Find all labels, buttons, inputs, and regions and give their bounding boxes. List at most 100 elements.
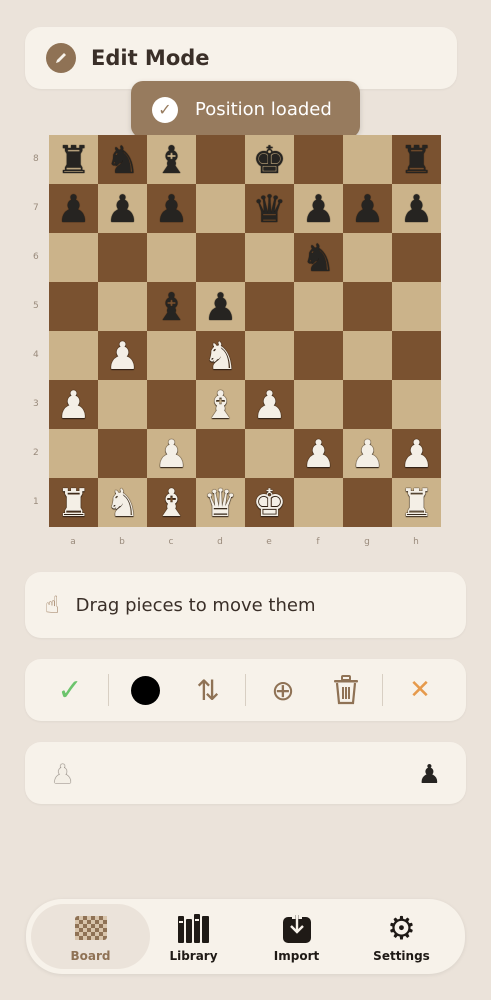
white-queen-icon[interactable]: ♛ — [203, 484, 237, 522]
clear-board-button[interactable] — [321, 659, 371, 721]
square-g1[interactable] — [343, 478, 392, 527]
square-f8[interactable] — [294, 135, 343, 184]
square-g8[interactable] — [343, 135, 392, 184]
tab-library[interactable]: Library — [151, 899, 236, 974]
white-bishop-icon[interactable]: ♝ — [154, 484, 188, 522]
square-h8[interactable]: ♜ — [392, 135, 441, 184]
white-pawn-icon[interactable]: ♟ — [252, 386, 286, 424]
black-rook-icon[interactable]: ♜ — [56, 141, 90, 179]
square-h1[interactable]: ♜ — [392, 478, 441, 527]
confirm-button[interactable]: ✓ — [45, 659, 95, 721]
square-d6[interactable] — [196, 233, 245, 282]
black-pawn-icon[interactable]: ♟ — [399, 190, 433, 228]
square-c6[interactable] — [147, 233, 196, 282]
square-g4[interactable] — [343, 331, 392, 380]
square-c7[interactable]: ♟ — [147, 184, 196, 233]
add-piece-button[interactable]: ⊕ — [258, 659, 308, 721]
square-e2[interactable] — [245, 429, 294, 478]
square-e8[interactable]: ♚ — [245, 135, 294, 184]
black-king-icon[interactable]: ♚ — [252, 141, 286, 179]
square-h6[interactable] — [392, 233, 441, 282]
black-knight-icon[interactable]: ♞ — [301, 239, 335, 277]
white-pawn-icon[interactable]: ♟ — [154, 435, 188, 473]
square-f7[interactable]: ♟ — [294, 184, 343, 233]
white-pawn-icon[interactable]: ♟ — [51, 760, 74, 790]
square-c8[interactable]: ♝ — [147, 135, 196, 184]
black-knight-icon[interactable]: ♞ — [105, 141, 139, 179]
black-pawn-icon[interactable]: ♟ — [301, 190, 335, 228]
square-b8[interactable]: ♞ — [98, 135, 147, 184]
square-f4[interactable] — [294, 331, 343, 380]
square-d2[interactable] — [196, 429, 245, 478]
black-pawn-icon[interactable]: ♟ — [154, 190, 188, 228]
square-b3[interactable] — [98, 380, 147, 429]
square-d4[interactable]: ♞ — [196, 331, 245, 380]
square-c3[interactable] — [147, 380, 196, 429]
tab-settings[interactable]: ⚙ Settings — [359, 899, 444, 974]
square-c4[interactable] — [147, 331, 196, 380]
square-h7[interactable]: ♟ — [392, 184, 441, 233]
pencil-icon[interactable] — [46, 43, 76, 73]
square-b7[interactable]: ♟ — [98, 184, 147, 233]
square-h4[interactable] — [392, 331, 441, 380]
black-queen-icon[interactable]: ♛ — [252, 190, 286, 228]
square-g6[interactable] — [343, 233, 392, 282]
square-c1[interactable]: ♝ — [147, 478, 196, 527]
white-pawn-icon[interactable]: ♟ — [301, 435, 335, 473]
white-pawn-icon[interactable]: ♟ — [56, 386, 90, 424]
square-b5[interactable] — [98, 282, 147, 331]
square-a2[interactable] — [49, 429, 98, 478]
square-f2[interactable]: ♟ — [294, 429, 343, 478]
cancel-button[interactable]: ✕ — [395, 659, 445, 721]
square-e1[interactable]: ♚ — [245, 478, 294, 527]
square-d3[interactable]: ♝ — [196, 380, 245, 429]
square-b2[interactable] — [98, 429, 147, 478]
square-f5[interactable] — [294, 282, 343, 331]
square-e7[interactable]: ♛ — [245, 184, 294, 233]
square-a3[interactable]: ♟ — [49, 380, 98, 429]
square-d5[interactable]: ♟ — [196, 282, 245, 331]
square-g5[interactable] — [343, 282, 392, 331]
black-pawn-icon[interactable]: ♟ — [203, 288, 237, 326]
white-king-icon[interactable]: ♚ — [252, 484, 286, 522]
square-d7[interactable] — [196, 184, 245, 233]
black-pawn-icon[interactable]: ♟ — [418, 760, 441, 790]
square-c2[interactable]: ♟ — [147, 429, 196, 478]
black-bishop-icon[interactable]: ♝ — [154, 288, 188, 326]
black-rook-icon[interactable]: ♜ — [399, 141, 433, 179]
square-g2[interactable]: ♟ — [343, 429, 392, 478]
square-f6[interactable]: ♞ — [294, 233, 343, 282]
white-pawn-icon[interactable]: ♟ — [399, 435, 433, 473]
white-rook-icon[interactable]: ♜ — [56, 484, 90, 522]
tab-board[interactable]: Board — [31, 904, 150, 969]
white-knight-icon[interactable]: ♞ — [203, 337, 237, 375]
square-a6[interactable] — [49, 233, 98, 282]
square-d1[interactable]: ♛ — [196, 478, 245, 527]
square-h3[interactable] — [392, 380, 441, 429]
black-pawn-icon[interactable]: ♟ — [350, 190, 384, 228]
square-a4[interactable] — [49, 331, 98, 380]
square-a5[interactable] — [49, 282, 98, 331]
white-pawn-icon[interactable]: ♟ — [105, 337, 139, 375]
tab-import[interactable]: Import — [254, 899, 339, 974]
square-a1[interactable]: ♜ — [49, 478, 98, 527]
white-pawn-icon[interactable]: ♟ — [350, 435, 384, 473]
square-a7[interactable]: ♟ — [49, 184, 98, 233]
square-f3[interactable] — [294, 380, 343, 429]
black-pawn-icon[interactable]: ♟ — [105, 190, 139, 228]
square-b4[interactable]: ♟ — [98, 331, 147, 380]
square-e3[interactable]: ♟ — [245, 380, 294, 429]
square-e6[interactable] — [245, 233, 294, 282]
square-h5[interactable] — [392, 282, 441, 331]
white-rook-icon[interactable]: ♜ — [399, 484, 433, 522]
square-e5[interactable] — [245, 282, 294, 331]
flip-board-button[interactable]: ⇅ — [183, 659, 233, 721]
square-a8[interactable]: ♜ — [49, 135, 98, 184]
square-g3[interactable] — [343, 380, 392, 429]
white-knight-icon[interactable]: ♞ — [105, 484, 139, 522]
black-pawn-icon[interactable]: ♟ — [56, 190, 90, 228]
square-b1[interactable]: ♞ — [98, 478, 147, 527]
square-e4[interactable] — [245, 331, 294, 380]
square-h2[interactable]: ♟ — [392, 429, 441, 478]
square-c5[interactable]: ♝ — [147, 282, 196, 331]
